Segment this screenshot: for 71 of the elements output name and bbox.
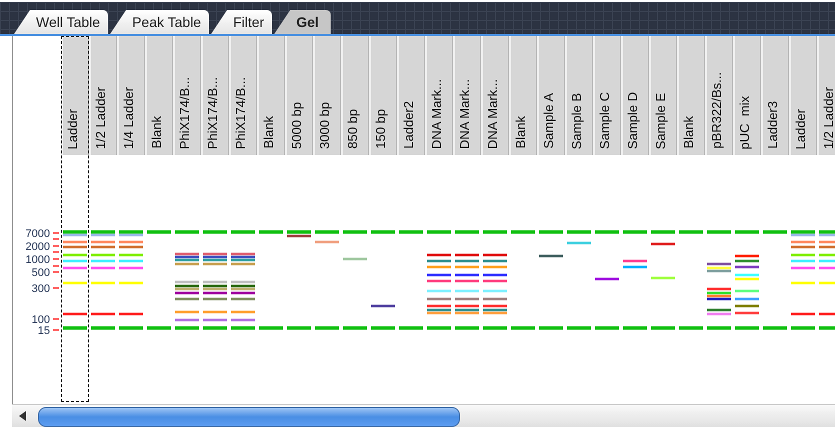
axis-label: 500 [32, 267, 50, 279]
lane-header[interactable]: Blank [677, 36, 705, 155]
tab[interactable]: Filter [211, 10, 272, 34]
lane-label: pUC mix [738, 96, 751, 149]
lane-label: Sample D [626, 92, 639, 149]
lane-label: Sample C [598, 92, 611, 149]
scrollbar-thumb[interactable] [38, 406, 460, 426]
lane-header[interactable]: PhiX174/B... [229, 36, 257, 155]
lane-header[interactable]: Blank [257, 36, 285, 155]
lane-label: 1/2 Ladder [822, 86, 835, 149]
lane-header[interactable]: PhiX174/B... [201, 36, 229, 155]
lane-header[interactable]: Sample A [537, 36, 565, 155]
lane-label: Sample A [542, 93, 555, 149]
lane-header[interactable]: 1/4 Ladder [117, 36, 145, 155]
lane-label: Ladder3 [766, 101, 779, 149]
lane-header[interactable]: 850 bp [341, 36, 369, 155]
lane-header[interactable]: Sample E [649, 36, 677, 155]
lane-label: 1/4 Ladder [122, 86, 135, 149]
lane-header[interactable]: Ladder [61, 36, 89, 155]
lane-header[interactable]: DNA Mark... [453, 36, 481, 155]
lane-header[interactable]: Sample D [621, 36, 649, 155]
axis-label: 7000 [26, 228, 50, 240]
lane-label: Ladder2 [402, 101, 415, 149]
tick-mark [53, 329, 59, 331]
lane-header[interactable]: PhiX174/B... [173, 36, 201, 155]
tab[interactable]: Gel [274, 10, 331, 34]
lane-label: PhiX174/B... [206, 76, 219, 149]
lane-header[interactable]: Blank [509, 36, 537, 155]
lane-header[interactable]: pBR322/Bs... [705, 36, 733, 155]
lane-label: Blank [262, 116, 275, 149]
tab[interactable]: Peak Table [110, 10, 210, 34]
lane-label: Blank [682, 116, 695, 149]
lane-label: Sample E [654, 92, 667, 149]
axis-label: 300 [32, 283, 50, 295]
lane-label: DNA Mark... [430, 78, 443, 149]
lane-label: 850 bp [346, 109, 359, 149]
axis-label: 1000 [26, 254, 50, 266]
lane-header[interactable]: pUC mix [733, 36, 761, 155]
lane-header[interactable]: Ladder3 [761, 36, 789, 155]
tick-mark [53, 318, 59, 320]
lane-label: 150 bp [374, 109, 387, 149]
lane-header[interactable]: 3000 bp [313, 36, 341, 155]
lane-header[interactable]: Sample C [593, 36, 621, 155]
lane-label: PhiX174/B... [178, 76, 191, 149]
lane-header[interactable]: 150 bp [369, 36, 397, 155]
lane-label: Blank [514, 116, 527, 149]
lane-label: 5000 bp [290, 102, 303, 149]
lane-header[interactable]: Sample B [565, 36, 593, 155]
lane-header[interactable]: DNA Mark... [481, 36, 509, 155]
lane-header[interactable]: 1/2 Ladder [817, 36, 835, 155]
lane-label: 3000 bp [318, 102, 331, 149]
axis-label: 2000 [26, 241, 50, 253]
tab[interactable]: Well Table [14, 10, 108, 34]
tick-mark [53, 287, 59, 289]
lane-label: Sample B [570, 92, 583, 149]
lane-header[interactable]: Ladder2 [397, 36, 425, 155]
lane-label: 1/2 Ladder [94, 86, 107, 149]
lane-header[interactable]: DNA Mark... [425, 36, 453, 155]
lane-label: PhiX174/B... [234, 76, 247, 149]
lane-header[interactable]: 1/2 Ladder [89, 36, 117, 155]
lane-label: DNA Mark... [486, 78, 499, 149]
axis-label: 15 [38, 325, 50, 337]
lane-header[interactable]: 5000 bp [285, 36, 313, 155]
lane-header[interactable]: Blank [145, 36, 173, 155]
axis-label: 100 [32, 314, 50, 326]
lane-label: pBR322/Bs... [710, 72, 723, 149]
lane-label: DNA Mark... [458, 78, 471, 149]
lane-label: Ladder [794, 108, 807, 149]
lane-label: Blank [150, 116, 163, 149]
lane-label: Ladder [66, 108, 79, 149]
lane-header[interactable]: Ladder [789, 36, 817, 155]
